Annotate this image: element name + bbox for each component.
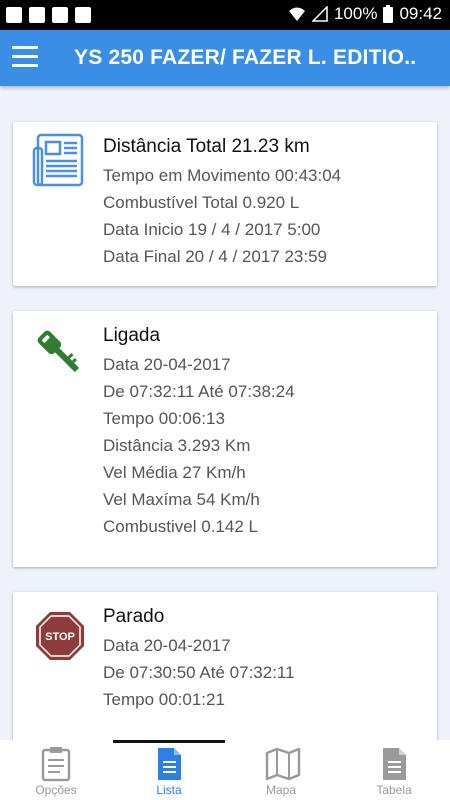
document-icon: [383, 748, 406, 780]
status-bar: 100% 09:42: [0, 0, 450, 30]
card-line: Data Inicio 19 / 4 / 2017 5:00: [103, 220, 321, 239]
tab-opcoes[interactable]: Opções: [0, 740, 112, 800]
card-line: Distância 3.293 Km: [103, 436, 251, 455]
tab-label: Lista: [156, 783, 182, 797]
card-line: Data 20-04-2017: [103, 355, 231, 374]
stopped-card[interactable]: STOP Parado Data 20-04-2017 De 07:30:50 …: [13, 592, 437, 740]
tab-lista[interactable]: Lista: [113, 740, 225, 800]
map-icon: [265, 747, 301, 781]
facebook-icon: [6, 7, 22, 23]
bottom-navigation: Opções Lista Mapa Tabela: [0, 740, 450, 800]
card-line: Tempo em Movimento 00:43:04: [103, 166, 342, 185]
app-bar: YS 250 FAZER/ FAZER L. EDITIO..: [0, 30, 450, 86]
tab-label: Mapa: [265, 783, 297, 797]
clock: 09:42: [399, 4, 442, 23]
card-line: Combustivel 0.142 L: [103, 517, 258, 536]
menu-button[interactable]: [12, 46, 38, 68]
card-line: Tempo 00:01:21: [103, 690, 225, 709]
hamburger-icon: [12, 46, 38, 49]
card-line: Data 20-04-2017: [103, 636, 231, 655]
tab-mapa[interactable]: Mapa: [225, 740, 337, 800]
document-icon: [158, 748, 181, 780]
card-line: Tempo 00:06:13: [103, 409, 225, 428]
card-title: Distância Total 21.23 km: [103, 136, 310, 157]
tab-tabela[interactable]: Tabela: [338, 740, 450, 800]
card-line: Vel Maxíma 54 Km/h: [103, 490, 260, 509]
trip-list[interactable]: Distância Total 21.23 km Tempo em Movime…: [0, 86, 450, 740]
card-title: Parado: [103, 606, 165, 627]
card-line: De 07:32:11 Até 07:38:24: [103, 382, 295, 401]
tab-label: Opções: [35, 783, 77, 797]
flipboard-icon: [52, 7, 68, 23]
stop-sign-text: STOP: [45, 631, 75, 643]
key-icon: [37, 330, 80, 373]
battery-icon: [383, 5, 394, 23]
signal-icon: [311, 6, 328, 22]
newspaper-icon: [32, 133, 84, 187]
card-title: Ligada: [103, 325, 161, 346]
card-line: Data Final 20 / 4 / 2017 23:59: [103, 247, 327, 266]
card-line: De 07:30:50 Até 07:32:11: [103, 663, 295, 682]
image-icon: [29, 7, 45, 23]
card-line: Vel Média 27 Km/h: [103, 463, 246, 482]
notification-icons: [6, 7, 91, 23]
ignition-on-card[interactable]: Ligada Data 20-04-2017 De 07:32:11 Até 0…: [13, 311, 437, 567]
card-line: Combustível Total 0.920 L: [103, 193, 300, 212]
battery-percent: 100%: [333, 4, 378, 23]
bag-icon: [75, 7, 91, 23]
summary-card[interactable]: Distância Total 21.23 km Tempo em Movime…: [13, 122, 437, 286]
tab-label: Tabela: [376, 783, 412, 797]
stop-sign-icon: STOP: [36, 612, 84, 660]
page-title: YS 250 FAZER/ FAZER L. EDITIO..: [74, 46, 417, 69]
wifi-icon: [288, 7, 305, 21]
clipboard-icon: [41, 747, 71, 782]
